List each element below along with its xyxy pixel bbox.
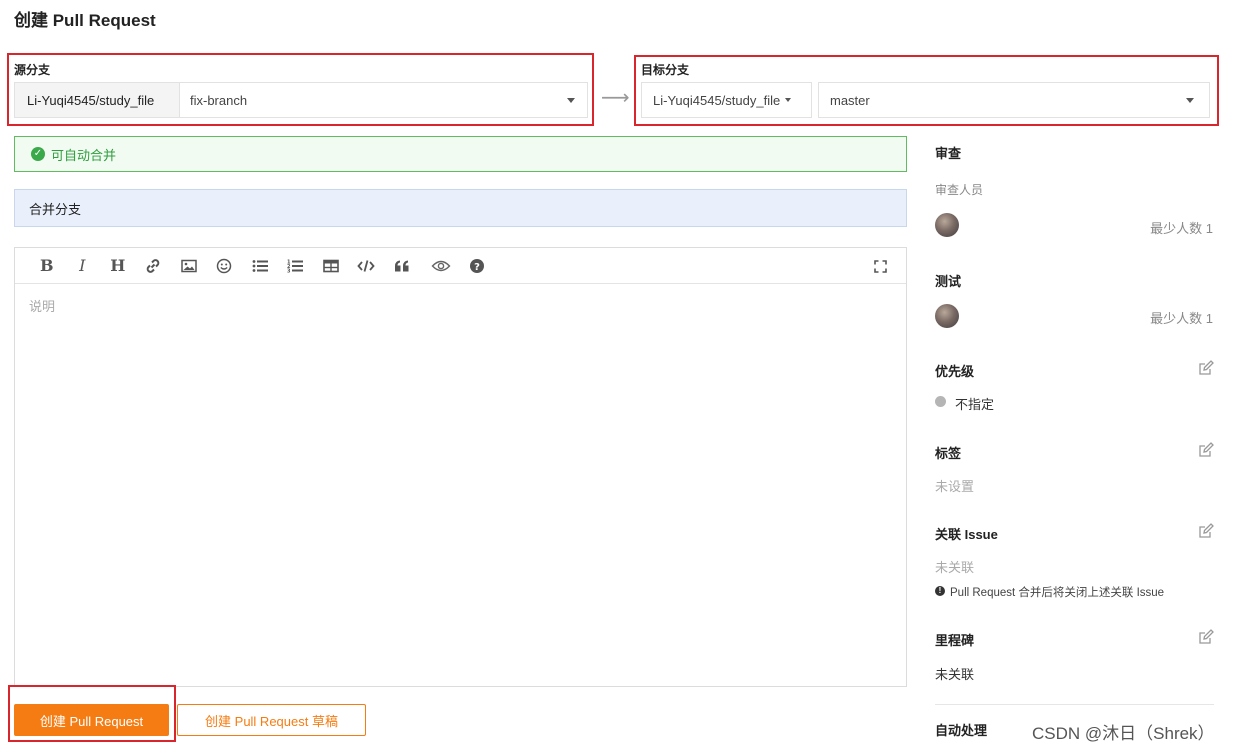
priority-value: 不指定 xyxy=(955,397,995,412)
svg-text:?: ? xyxy=(474,261,480,272)
arrow-right-icon: ⟶ xyxy=(601,87,630,109)
reviewer-avatar[interactable] xyxy=(935,213,959,237)
bullet-list-icon[interactable] xyxy=(242,248,278,284)
review-title: 审查 xyxy=(935,146,962,161)
chevron-down-icon xyxy=(567,97,575,103)
pr-title-input[interactable]: 合并分支 xyxy=(14,189,907,227)
priority-title: 优先级 xyxy=(935,364,975,379)
merge-status-text: 可自动合并 xyxy=(51,147,117,163)
issue-value: 未关联 xyxy=(935,560,975,575)
heading-icon[interactable]: H xyxy=(100,248,136,284)
tester-avatar[interactable] xyxy=(935,304,959,328)
image-icon[interactable] xyxy=(171,248,207,284)
target-repo-value: Li-Yuqi4545/study_file xyxy=(653,92,781,108)
quote-icon[interactable] xyxy=(384,248,420,284)
svg-text:3: 3 xyxy=(287,268,291,273)
code-icon[interactable] xyxy=(349,248,385,284)
editor-toolbar: B I H 123 ? xyxy=(15,248,906,284)
chevron-down-icon xyxy=(1186,97,1194,103)
source-branch-select[interactable]: fix-branch xyxy=(179,82,588,118)
issue-note: Pull Request 合并后将关闭上述关联 Issue xyxy=(950,587,1165,599)
milestone-title: 里程碑 xyxy=(935,633,975,648)
source-branch-label: 源分支 xyxy=(14,63,51,77)
create-pr-draft-button[interactable]: 创建 Pull Request 草稿 xyxy=(177,704,366,736)
emoji-icon[interactable] xyxy=(207,248,243,284)
target-repo-select[interactable]: Li-Yuqi4545/study_file xyxy=(641,82,812,118)
description-editor: B I H 123 ? 说明 xyxy=(14,247,907,687)
edit-milestone-icon[interactable] xyxy=(1198,629,1214,645)
reviewers-min-count: 最少人数 1 xyxy=(1150,221,1213,236)
preview-icon[interactable] xyxy=(424,248,460,284)
target-branch-select[interactable]: master xyxy=(818,82,1210,118)
info-icon: ! xyxy=(935,586,945,596)
edit-priority-icon[interactable] xyxy=(1198,360,1214,376)
numbered-list-icon[interactable]: 123 xyxy=(278,248,314,284)
source-repo-text: Li-Yuqi4545/study_file xyxy=(27,92,155,108)
chevron-down-icon xyxy=(785,98,792,102)
link-icon[interactable] xyxy=(136,248,172,284)
watermark: CSDN @沐日（Shrek） xyxy=(1032,724,1215,743)
reviewers-label: 审查人员 xyxy=(935,183,984,197)
description-textarea[interactable]: 说明 xyxy=(15,284,906,327)
auto-process-title: 自动处理 xyxy=(935,723,988,738)
labels-title: 标签 xyxy=(935,446,962,461)
pr-title-value: 合并分支 xyxy=(29,201,82,217)
edit-labels-icon[interactable] xyxy=(1198,442,1214,458)
page-title: 创建 Pull Request xyxy=(14,11,156,30)
merge-status-banner: ✓ 可自动合并 xyxy=(14,136,907,172)
bold-icon[interactable]: B xyxy=(29,248,65,284)
issue-title: 关联 Issue xyxy=(935,527,998,542)
edit-issue-icon[interactable] xyxy=(1198,523,1214,539)
source-branch-value: fix-branch xyxy=(190,92,248,108)
create-pr-button-label: 创建 Pull Request xyxy=(39,713,144,729)
help-icon[interactable]: ? xyxy=(459,248,495,284)
target-branch-value: master xyxy=(830,92,870,108)
check-circle-icon: ✓ xyxy=(31,147,45,161)
target-branch-label: 目标分支 xyxy=(641,63,690,77)
fullscreen-icon[interactable] xyxy=(863,248,899,284)
create-pr-button[interactable]: 创建 Pull Request xyxy=(14,704,169,736)
sidebar-divider xyxy=(935,704,1214,705)
italic-icon[interactable]: I xyxy=(65,248,101,284)
testers-min-count: 最少人数 1 xyxy=(1150,311,1213,326)
create-pr-draft-button-label: 创建 Pull Request 草稿 xyxy=(205,713,338,729)
test-title: 测试 xyxy=(935,274,962,289)
priority-dot-icon xyxy=(935,396,946,407)
description-placeholder: 说明 xyxy=(29,299,56,314)
labels-value: 未设置 xyxy=(935,479,975,494)
source-repo: Li-Yuqi4545/study_file xyxy=(14,82,180,118)
milestone-value: 未关联 xyxy=(935,667,975,682)
table-icon[interactable] xyxy=(313,248,349,284)
